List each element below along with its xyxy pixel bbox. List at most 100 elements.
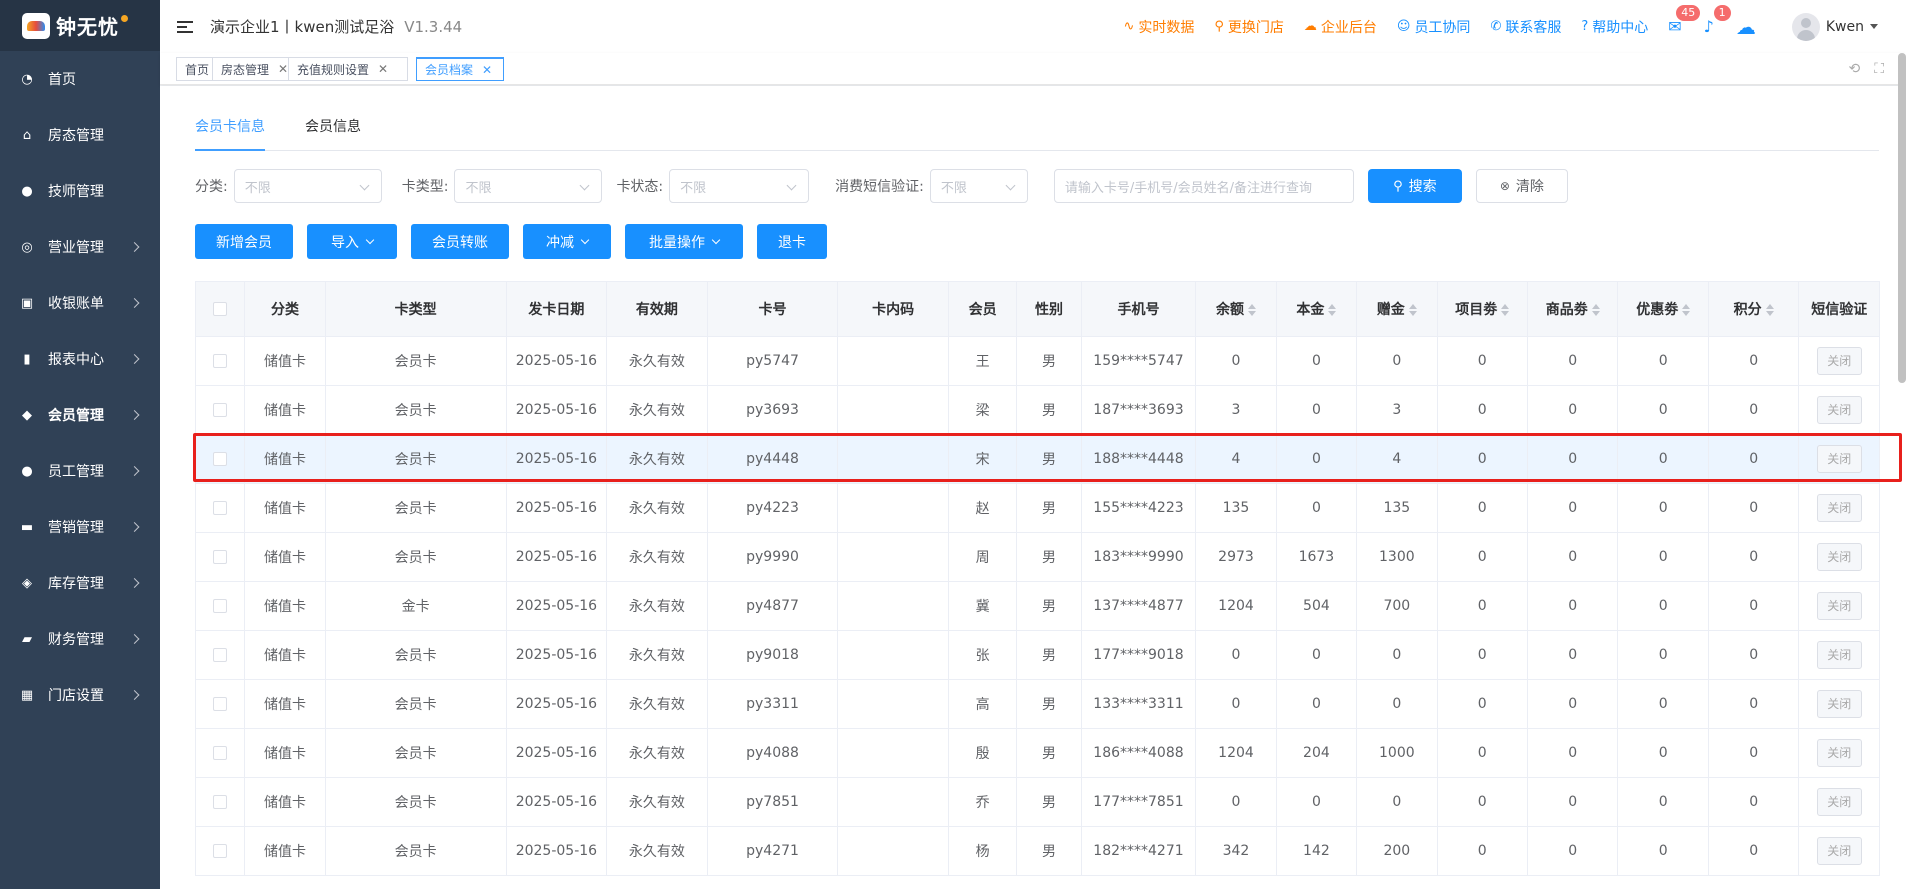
sidebar-item[interactable]: ▮ 报表中心 [0, 331, 160, 387]
column-header[interactable]: 项目劵 [1437, 281, 1529, 337]
row-checkbox[interactable] [213, 697, 228, 711]
bell-icon[interactable]: ♪ 1 [1704, 5, 1731, 36]
sms-toggle-button[interactable]: 关闭 [1816, 837, 1862, 865]
row-select-cell[interactable] [194, 630, 246, 680]
column-header[interactable]: 赠金 [1356, 281, 1438, 337]
row-checkbox[interactable] [213, 599, 228, 613]
sort-icon[interactable] [1247, 304, 1256, 316]
header-link[interactable]: ⚲ 更换门店 [1214, 17, 1284, 37]
sms-toggle-button[interactable]: 关闭 [1816, 788, 1862, 816]
search-input[interactable]: 请输入卡号/手机号/会员姓名/备注进行查询 [1053, 169, 1354, 203]
action-button[interactable]: 冲减 [523, 224, 611, 259]
sms-toggle-button[interactable]: 关闭 [1816, 445, 1862, 473]
column-header[interactable]: 优惠劵 [1617, 281, 1709, 337]
hamburger-icon[interactable] [177, 20, 193, 33]
row-select-cell[interactable] [194, 777, 246, 827]
search-button[interactable]: ⚲ 搜索 [1367, 169, 1462, 203]
row-select-cell[interactable] [194, 434, 246, 484]
row-select-cell[interactable] [194, 483, 246, 533]
header-link[interactable]: ? 帮助中心 [1581, 17, 1648, 37]
column-header[interactable]: 积分 [1708, 281, 1800, 337]
row-checkbox[interactable] [213, 403, 228, 417]
column-header[interactable]: 本金 [1276, 281, 1358, 337]
sms-toggle-button[interactable]: 关闭 [1816, 494, 1862, 522]
action-button[interactable]: 批量操作 [625, 224, 743, 259]
sidebar-item[interactable]: ▣ 收银账单 [0, 275, 160, 331]
row-select-cell[interactable] [194, 728, 246, 778]
tab-card-info[interactable]: 会员卡信息 [195, 116, 265, 151]
caret-down-icon[interactable] [1870, 24, 1878, 29]
row-checkbox[interactable] [213, 746, 228, 760]
sidebar-item[interactable]: ⌂ 房态管理 [0, 107, 160, 163]
tag-1[interactable]: 房态管理 ✕ [212, 57, 298, 81]
action-button[interactable]: 会员转账 [411, 224, 509, 259]
table-row[interactable]: 储值卡 会员卡 2025-05-16 永久有效 py9990 周男 183****9990 2… [194, 532, 1880, 582]
sort-icon[interactable] [1765, 304, 1774, 316]
sort-icon[interactable] [1501, 304, 1510, 316]
sidebar-item[interactable]: ▬ 营销管理 [0, 499, 160, 555]
sort-icon[interactable] [1682, 304, 1691, 316]
sidebar-item[interactable]: ◎ 营业管理 [0, 219, 160, 275]
sort-icon[interactable] [1328, 304, 1337, 316]
sms-toggle-button[interactable]: 关闭 [1816, 543, 1862, 571]
close-icon[interactable]: ✕ [482, 63, 492, 77]
table-row[interactable]: 储值卡 会员卡 2025-05-16 永久有效 py4088 殷男 186****4088 1… [194, 728, 1880, 778]
column-header[interactable]: 余额 [1195, 281, 1277, 337]
sidebar-item[interactable]: ▦ 门店设置 [0, 667, 160, 723]
row-checkbox[interactable] [213, 501, 228, 515]
cloud-icon[interactable]: ☁ [1736, 15, 1756, 39]
sidebar-item[interactable]: ◆ 会员管理 [0, 387, 160, 443]
close-icon[interactable]: ✕ [278, 62, 288, 76]
action-button[interactable]: 退卡 [757, 224, 827, 259]
table-row[interactable]: 储值卡 会员卡 2025-05-16 永久有效 py5747 王男 159****5747 0… [194, 336, 1880, 386]
tag-3[interactable]: 会员档案 ✕ [416, 57, 504, 81]
username[interactable]: Kwen [1826, 19, 1864, 35]
table-row[interactable]: 储值卡 会员卡 2025-05-16 永久有效 py4448 宋男 188****4448 4… [194, 434, 1880, 484]
sidebar-item[interactable]: ◔ 首页 [0, 51, 160, 107]
table-row[interactable]: 储值卡 会员卡 2025-05-16 永久有效 py3311 高男 133****3311 0… [194, 679, 1880, 729]
logo[interactable]: 钟无忧 [0, 0, 160, 51]
sms-toggle-button[interactable]: 关闭 [1816, 690, 1862, 718]
sort-icon[interactable] [1408, 304, 1417, 316]
header-link[interactable]: ☺ 员工协同 [1397, 17, 1471, 37]
sms-toggle-button[interactable]: 关闭 [1816, 347, 1862, 375]
action-button[interactable]: 新增会员 [195, 224, 293, 259]
row-select-cell[interactable] [194, 581, 246, 631]
table-row[interactable]: 储值卡 会员卡 2025-05-16 永久有效 py4271 杨男 182****4271 3… [194, 826, 1880, 876]
row-select-cell[interactable] [194, 385, 246, 435]
sms-toggle-button[interactable]: 关闭 [1816, 739, 1862, 767]
sort-icon[interactable] [1591, 304, 1600, 316]
mail-icon[interactable]: ✉ 45 [1668, 5, 1701, 36]
table-row[interactable]: 储值卡 金卡 2025-05-16 永久有效 py4877 冀男 137****4877 12… [194, 581, 1880, 631]
row-select-cell[interactable] [194, 679, 246, 729]
table-row[interactable]: 储值卡 会员卡 2025-05-16 永久有效 py9018 张男 177****9018 0… [194, 630, 1880, 680]
card-type-select[interactable]: 不限 [454, 169, 603, 203]
select-all-checkbox[interactable] [213, 302, 228, 316]
row-select-cell[interactable] [194, 532, 246, 582]
tag-2[interactable]: 充值规则设置 ✕ [288, 57, 408, 81]
sms-toggle-button[interactable]: 关闭 [1816, 641, 1862, 669]
row-checkbox[interactable] [213, 354, 228, 368]
vertical-scrollbar[interactable] [1898, 53, 1906, 383]
sms-toggle-button[interactable]: 关闭 [1816, 396, 1862, 424]
row-checkbox[interactable] [213, 550, 228, 564]
row-checkbox[interactable] [213, 795, 228, 809]
avatar[interactable] [1791, 12, 1820, 41]
row-checkbox[interactable] [213, 648, 228, 662]
table-row[interactable]: 储值卡 会员卡 2025-05-16 永久有效 py4223 赵男 155****4223 1… [194, 483, 1880, 533]
header-link[interactable]: ∿ 实时数据 [1123, 17, 1194, 37]
sidebar-item[interactable]: ▰ 财务管理 [0, 611, 160, 667]
card-status-select[interactable]: 不限 [669, 169, 810, 203]
row-select-cell[interactable] [194, 336, 246, 386]
row-checkbox[interactable] [213, 844, 228, 858]
table-row[interactable]: 储值卡 会员卡 2025-05-16 永久有效 py3693 梁男 187****3693 3… [194, 385, 1880, 435]
action-button[interactable]: 导入 [307, 224, 397, 259]
fullscreen-icon[interactable]: ⛶ [1874, 61, 1884, 77]
tab-member-info[interactable]: 会员信息 [305, 116, 361, 151]
refresh-icon[interactable]: ⟲ [1848, 61, 1860, 77]
header-link[interactable]: ☁ 企业后台 [1304, 17, 1377, 37]
sidebar-item[interactable]: ◈ 库存管理 [0, 555, 160, 611]
sidebar-item[interactable]: ● 员工管理 [0, 443, 160, 499]
sms-verify-select[interactable]: 不限 [929, 169, 1028, 203]
header-link[interactable]: ✆ 联系客服 [1490, 17, 1561, 37]
